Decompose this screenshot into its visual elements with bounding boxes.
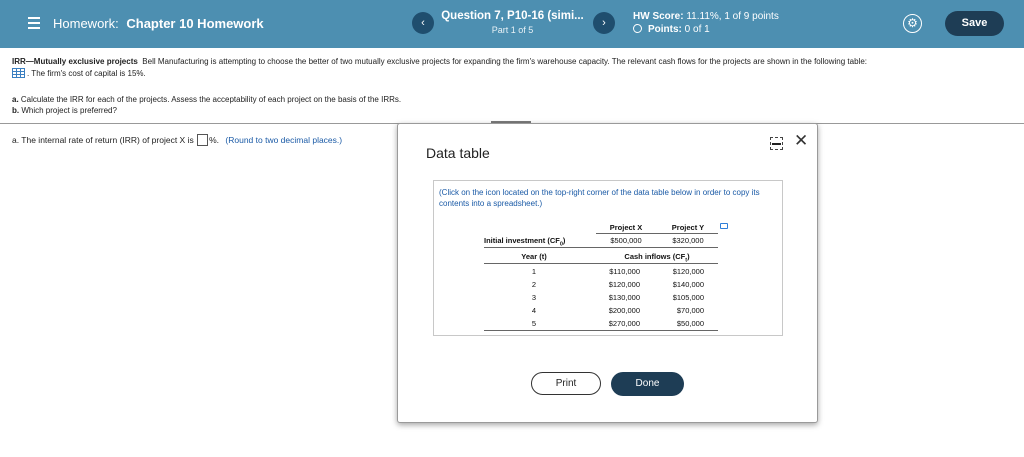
question-part: Part 1 of 5 [491,25,534,35]
row-x: $110,000 [609,267,640,276]
data-table-modal: Data table ✕ (Click on the icon located … [397,123,818,423]
part-b-prefix: b. [12,106,20,115]
hw-score-label: HW Score: [633,11,684,22]
homework-title: Homework: Chapter 10 Homework [53,16,264,31]
question-heading: IRR—Mutually exclusive projects [12,57,138,66]
row-x: $130,000 [608,293,640,302]
row-x: $200,000 [608,306,640,315]
hw-score: HW Score: 11.11%, 1 of 9 points [633,11,779,22]
row-x: $270,000 [608,319,640,328]
hw-score-value: 11.11%, 1 of 9 points [686,11,779,22]
cost-of-capital: . The firm's cost of capital is 15%. [27,69,146,78]
row-year: 4 [531,306,537,315]
next-question-button[interactable]: › [593,12,615,34]
part-a-text: Calculate the IRR for each of the projec… [20,95,402,104]
row-year: 1 [531,267,537,276]
copy-icon[interactable] [720,223,728,229]
part-a-prefix: a. [12,95,19,104]
row-year: 2 [531,280,537,289]
inflows-rule [484,263,718,264]
column-header-project-x: Project X [609,223,643,232]
row-y: $70,000 [676,306,704,315]
points-label: Points: [648,24,682,35]
homework-label: Homework: [53,16,119,31]
part-b-text: Which project is preferred? [21,106,117,115]
row-y: $120,000 [672,267,704,276]
row-y: $50,000 [676,319,704,328]
data-table-panel: (Click on the icon located on the top-ri… [433,180,783,336]
question-text: IRR—Mutually exclusive projects Bell Man… [12,56,1017,80]
column-header-project-y: Project Y [671,223,705,232]
close-icon[interactable]: ✕ [794,132,808,149]
investment-rule [484,247,718,248]
question-title: Question 7, P10-16 (simi... [441,10,584,22]
answer-prefix: a. The internal rate of return (IRR) of … [12,135,194,145]
data-table-icon[interactable] [12,68,25,78]
points-value: 0 of 1 [684,24,710,35]
initial-investment-label: Initial investment (CF0) [484,236,566,248]
done-button[interactable]: Done [611,372,684,396]
points-circle-icon [633,24,642,33]
year-label: Year (t) [521,252,547,261]
answer-suffix: %. [209,135,220,145]
chapter-title: Chapter 10 Homework [126,16,264,31]
print-button[interactable]: Print [531,372,601,395]
row-y: $105,000 [672,293,704,302]
points: Points: 0 of 1 [633,24,710,35]
header-rule [596,233,718,234]
cash-inflows-text: Cash inflows (CF [624,252,686,261]
modal-title: Data table [426,145,490,161]
answer-row: a. The internal rate of return (IRR) of … [12,134,342,146]
gear-icon[interactable]: ⚙ [903,14,922,33]
top-bar: Homework: Chapter 10 Homework ‹ Question… [0,0,1024,48]
question-body: Bell Manufacturing is attempting to choo… [142,57,867,66]
row-y: $140,000 [672,280,704,289]
previous-question-button[interactable]: ‹ [412,12,434,34]
row-x: $120,000 [608,280,640,289]
initial-investment-text: Initial investment (CF [484,236,560,245]
table-bottom-rule [484,330,718,331]
menu-icon[interactable] [28,17,40,29]
initial-investment-x: $500,000 [610,236,642,245]
row-year: 3 [531,293,537,302]
question-parts: a. Calculate the IRR for each of the pro… [12,94,401,116]
answer-hint: (Round to two decimal places.) [225,135,343,145]
copy-instructions: (Click on the icon located on the top-ri… [439,188,760,208]
row-year: 5 [531,319,537,328]
irr-answer-input[interactable] [197,134,209,146]
cash-inflows-label: Cash inflows (CFt) [624,252,690,264]
minimize-icon[interactable] [770,137,783,150]
save-button[interactable]: Save [945,11,1004,36]
initial-investment-y: $320,000 [672,236,704,245]
